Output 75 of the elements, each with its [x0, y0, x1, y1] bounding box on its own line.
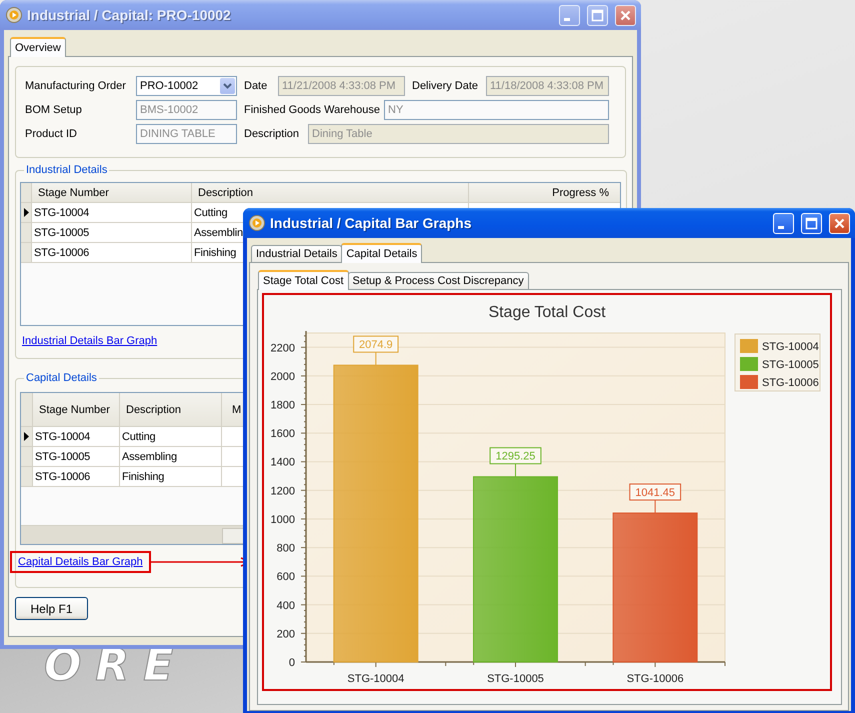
- tab[interactable]: Setup & Process Cost Discrepancy: [348, 272, 529, 289]
- axis-label: 1000: [270, 514, 295, 526]
- table-cell: Finishing: [120, 467, 222, 486]
- axis-label: 1600: [270, 428, 295, 440]
- column-header[interactable]: Description: [120, 393, 222, 426]
- maximize-button[interactable]: [587, 4, 608, 26]
- minimize-button[interactable]: [559, 4, 580, 26]
- data-label: 1041.45: [635, 487, 676, 500]
- minimize-icon: [564, 18, 570, 21]
- table-cell: STG-10004: [33, 427, 120, 446]
- table-cell: STG-10005: [32, 223, 192, 242]
- data-label: 2074.9: [359, 339, 393, 352]
- data-label: 1295.25: [496, 450, 536, 463]
- column-header[interactable]: Description: [192, 183, 469, 202]
- field-label: Delivery Date: [412, 80, 480, 92]
- axis-label: 1400: [270, 456, 295, 469]
- field-label: Date: [244, 80, 268, 92]
- axis-label: 2000: [270, 370, 295, 383]
- link[interactable]: Capital Details Bar Graph: [18, 556, 143, 568]
- field-label: BOM Setup: [25, 104, 83, 116]
- data-label: 2074.9: [353, 336, 399, 366]
- axis-label: 800: [276, 542, 295, 555]
- axis-label: 400: [276, 600, 295, 612]
- legend-label: STG-10005: [762, 359, 819, 371]
- column-header[interactable]: Stage Number: [33, 393, 120, 426]
- tab[interactable]: Capital Details: [341, 243, 422, 263]
- minimize-icon: [778, 226, 784, 229]
- maximize-icon: [805, 216, 818, 230]
- window-title: Industrial / Capital: PRO-10002: [27, 7, 232, 23]
- app-icon: [6, 7, 22, 23]
- row-pointer-icon: [24, 432, 29, 441]
- help-button[interactable]: Help F1: [15, 597, 88, 620]
- table-cell: Assembling: [120, 447, 222, 466]
- close-button[interactable]: [615, 4, 636, 26]
- chart-title: Stage Total Cost: [488, 304, 606, 321]
- field-label: Description: [244, 128, 300, 140]
- close-icon: [833, 216, 846, 230]
- axis-label: 1200: [270, 485, 295, 498]
- data-label: 1041.45: [629, 484, 682, 514]
- row-pointer-icon: [24, 208, 28, 217]
- close-icon: [619, 8, 632, 22]
- app-icon: [249, 215, 265, 231]
- legend-label: STG-10004: [762, 341, 819, 353]
- column-header[interactable]: Stage Number: [32, 183, 192, 202]
- axis-label: 2200: [270, 342, 295, 354]
- axis-label: STG-10006: [626, 673, 684, 685]
- wallpaper-logo-text: ORE: [44, 640, 188, 691]
- tab[interactable]: Stage Total Cost: [258, 270, 349, 290]
- column-header[interactable]: Progress %: [469, 183, 620, 202]
- axis-label: 1800: [270, 400, 295, 412]
- row-header[interactable]: [21, 203, 32, 222]
- group-title: Capital Details: [26, 372, 97, 384]
- axis-label: STG-10005: [487, 673, 544, 685]
- table-cell: STG-10004: [32, 203, 192, 222]
- dropdown-field[interactable]: PRO-10002: [136, 76, 237, 96]
- table-cell: STG-10006: [32, 243, 192, 262]
- table-cell: STG-10006: [33, 467, 120, 486]
- table-cell: STG-10005: [33, 447, 120, 466]
- group-title: Industrial Details: [26, 164, 108, 176]
- tab[interactable]: Overview: [10, 37, 66, 57]
- maximize-icon: [591, 8, 604, 22]
- tab[interactable]: Industrial Details: [251, 245, 342, 262]
- legend-label: STG-10006: [762, 377, 819, 389]
- data-label: 1295.25: [490, 447, 542, 478]
- field-label: Finished Goods Warehouse: [244, 104, 381, 116]
- field-label: Product ID: [25, 128, 78, 140]
- field-label: Manufacturing Order: [25, 80, 127, 92]
- axis-label: 0: [288, 657, 295, 669]
- axis-label: STG-10004: [347, 673, 404, 685]
- axis-label: 200: [276, 628, 295, 640]
- link[interactable]: Industrial Details Bar Graph: [22, 335, 158, 347]
- row-header[interactable]: [21, 427, 33, 446]
- table-cell: Cutting: [120, 427, 222, 446]
- axis-label: 600: [276, 571, 295, 584]
- horizontal-scrollbar[interactable]: [21, 525, 243, 544]
